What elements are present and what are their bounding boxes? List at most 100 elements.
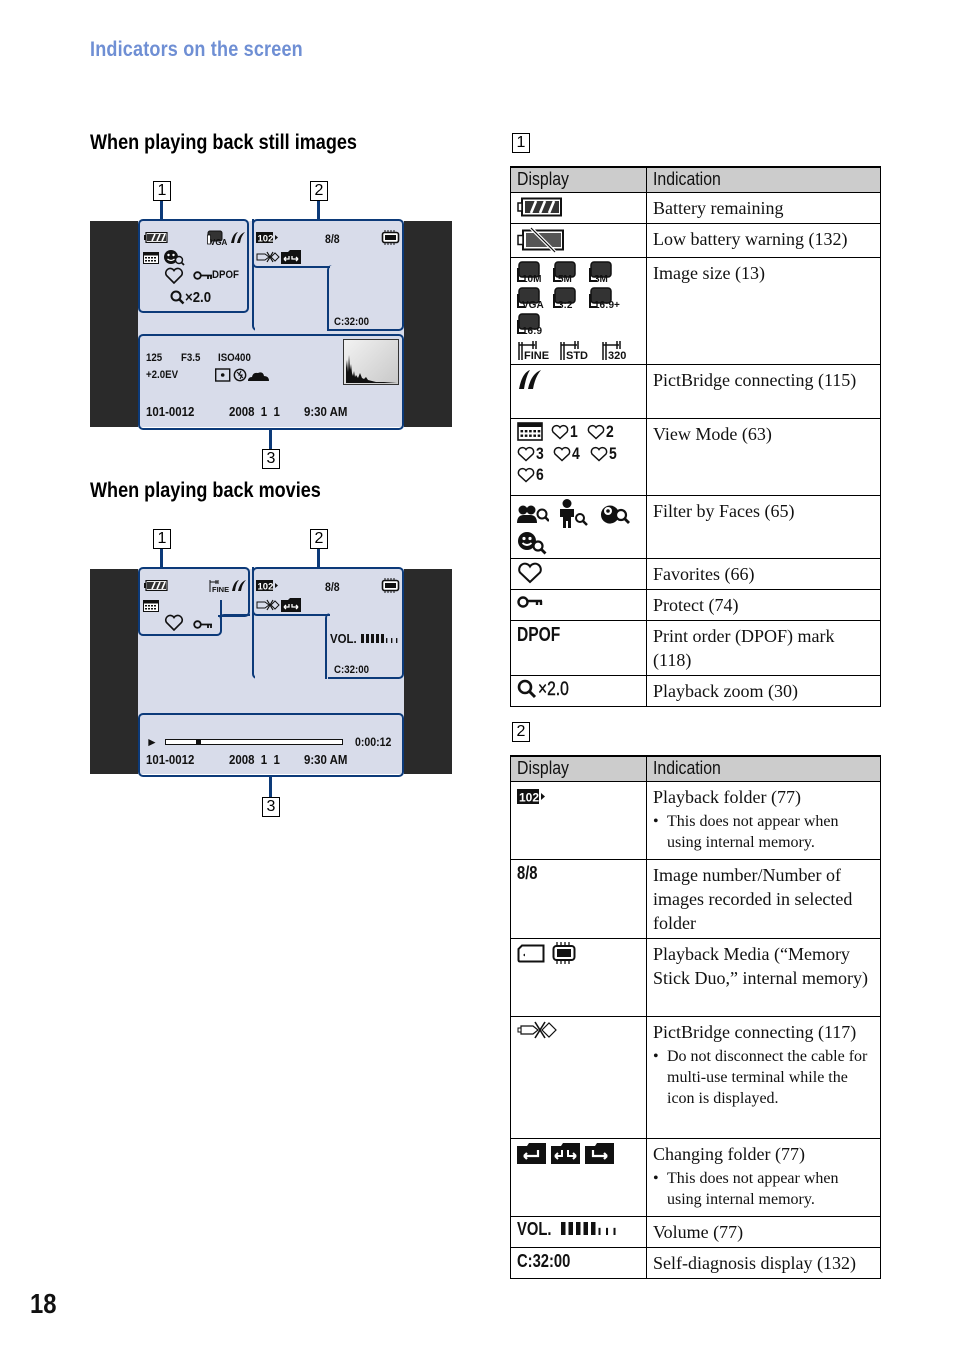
recording-time: 9:30 AM — [304, 404, 348, 419]
table-row: PictBridge connecting (115) — [510, 364, 881, 419]
svg-text:5M: 5M — [558, 274, 572, 283]
svg-text:FINE: FINE — [212, 585, 229, 593]
faces-child-icon — [560, 499, 588, 528]
faces-baby-icon — [600, 505, 630, 524]
zone-2-cutout — [255, 612, 328, 681]
histogram — [343, 339, 399, 385]
battery-low-icon — [517, 227, 564, 253]
favorites-group-icon: 4 — [553, 445, 581, 462]
battery-icon — [144, 580, 168, 591]
image-size-fine-icon: FINE — [209, 579, 231, 593]
display-cell — [510, 495, 647, 559]
display-cell — [510, 192, 647, 224]
pictbridge-icon — [519, 370, 541, 389]
image-count: 8/8 — [325, 580, 340, 594]
image-size-vga-icon: VGA — [207, 230, 229, 246]
dpof-mark: DPOF — [212, 269, 239, 281]
volume-meter — [361, 634, 398, 643]
playback-progress-bar[interactable] — [165, 739, 343, 745]
folder-change-icon — [281, 598, 301, 612]
display-cell — [510, 223, 647, 258]
battery-remaining-icon — [517, 197, 562, 217]
volume-label: VOL. — [330, 631, 357, 646]
column-header-indication: Indication — [646, 755, 881, 782]
still-images-heading: When playing back still images — [90, 131, 357, 154]
exposure-value: +2.0EV — [146, 369, 179, 381]
image-size-320-icon: 320 — [602, 341, 626, 361]
table-row: Playback Media (“Memory Stick Duo,” inte… — [510, 938, 881, 1017]
column-header-display: Display — [510, 166, 647, 193]
image-size-label: VGA — [210, 238, 228, 246]
pictbridge-icon — [231, 232, 245, 243]
play-indicator-icon: ► — [146, 735, 158, 749]
favorites-group-icon: 3 — [517, 445, 545, 462]
favorites-heart-icon — [164, 614, 184, 631]
table-row: Low battery warning (132) — [510, 223, 881, 258]
volume-label: VOL. — [517, 1219, 552, 1239]
display-cell: 102 — [510, 781, 647, 860]
indication-cell: PictBridge connecting (117) • Do not disc… — [646, 1016, 881, 1139]
protect-key-icon — [193, 620, 212, 629]
table-row: C:32:00 Self-diagnosis display (132) — [510, 1247, 881, 1279]
indication-text: Changing folder (77) — [653, 1144, 805, 1164]
memory-stick-icon — [517, 944, 545, 962]
aperture: F3.5 — [181, 352, 201, 364]
table-1-label: 1 — [512, 133, 530, 153]
favorites-heart-icon — [518, 562, 542, 584]
table-2-label: 2 — [512, 722, 530, 742]
volume-bar-on — [376, 634, 379, 643]
table-row: Changing folder (77) • This does not appe… — [510, 1138, 881, 1217]
volume-bar-off — [613, 1227, 616, 1235]
indication-cell: Favorites (66) — [646, 558, 881, 590]
shooting-mode-icons — [215, 368, 269, 382]
svg-text:STD: STD — [566, 350, 588, 361]
playback-folder-icon: 102 — [256, 231, 278, 244]
table-row: VOL. Volume (77) — [510, 1216, 881, 1248]
indication-cell: Print order (DPOF) mark (118) — [646, 620, 881, 676]
display-cell — [510, 589, 647, 621]
zone-2-cutout — [255, 264, 328, 333]
dpof-mark: DPOF — [517, 624, 561, 646]
leader-line — [317, 549, 320, 569]
favorites-group-icon: 1 — [551, 423, 579, 440]
leader-line — [160, 201, 163, 221]
volume-bar-off — [391, 638, 393, 643]
playback-zoom-icon — [170, 290, 185, 305]
indication-cell: PictBridge connecting (115) — [646, 364, 881, 419]
leader-line — [317, 201, 320, 221]
image-size-5m-icon: 5M — [553, 261, 576, 283]
leader-line — [269, 430, 272, 450]
recording-date: 2008 1 1 — [229, 752, 280, 767]
callout-1: 1 — [153, 529, 171, 549]
folder-change-icon — [281, 250, 301, 264]
svg-text:102: 102 — [258, 582, 274, 593]
note: • Do not disconnect the cable for multi-u… — [653, 1048, 868, 1107]
calendar-view-icon — [143, 252, 159, 264]
display-cell: 10M 5M 3M VGA 3:2 16:9+ 16:9 FINE STD 320 — [510, 257, 647, 365]
volume-bar-off — [396, 638, 398, 643]
faces-group-icon — [517, 505, 549, 523]
display-cell — [510, 558, 647, 590]
shutter-speed: 125 — [146, 352, 163, 364]
indication-text: Playback folder (77) — [653, 787, 801, 807]
progress-marker[interactable] — [195, 739, 201, 745]
battery-icon — [144, 232, 168, 243]
svg-text:3:2: 3:2 — [558, 300, 573, 309]
iso: ISO400 — [218, 352, 251, 364]
pictbridge-connecting-icon — [256, 251, 280, 263]
internal-memory-icon — [552, 942, 576, 964]
section-title: Indicators on the screen — [90, 38, 303, 61]
self-diagnosis: C:32:00 — [334, 664, 369, 676]
svg-text:320: 320 — [608, 350, 626, 361]
image-size-10m-icon: 10M — [517, 261, 541, 283]
faces-smile-icon — [518, 532, 547, 555]
svg-text:16:9: 16:9 — [522, 326, 542, 335]
volume-bar-on — [561, 1222, 566, 1235]
image-size-fine-icon: FINE — [518, 341, 549, 361]
svg-text:16:9+: 16:9+ — [594, 300, 620, 309]
indication-cell: Protect (74) — [646, 589, 881, 621]
internal-memory-icon — [381, 230, 400, 245]
file-number: 101-0012 — [146, 752, 195, 767]
file-number: 101-0012 — [146, 404, 195, 419]
table-header-row: Display Indication — [510, 166, 881, 193]
